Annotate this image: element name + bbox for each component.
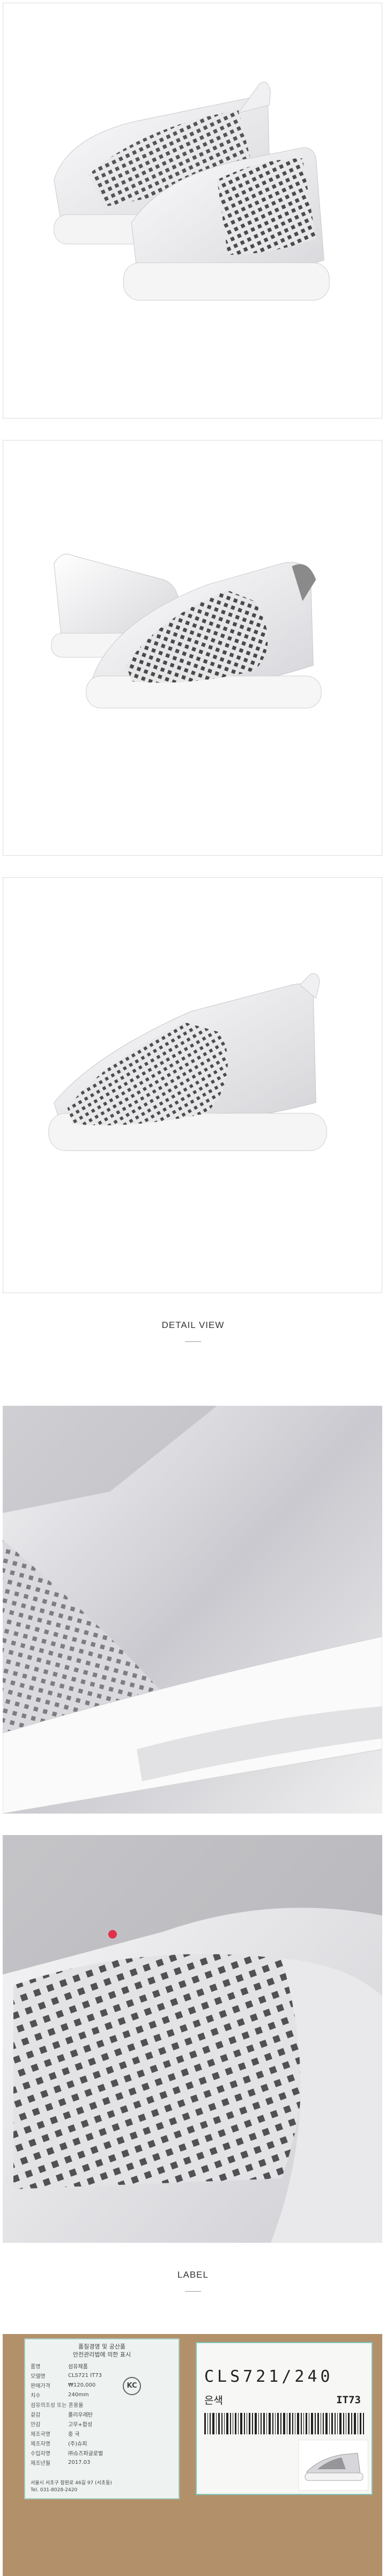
- shoe-perforation-closeup-image: [3, 1835, 382, 2243]
- sticker-row: 섬유의조성 또는 혼용율: [28, 2399, 105, 2409]
- sticker-key: 섬유의조성 또는 혼용율: [31, 2402, 84, 2409]
- shoe-thumbnail-icon: [299, 2440, 368, 2491]
- detail-photo-1: [3, 1406, 382, 1814]
- product-info-sticker: 품질경영 및 공산품 안전관리법에 의한 표시 품명 섬유제품 모델명 CLS721…: [24, 2338, 180, 2499]
- product-photo-3: [3, 877, 382, 1293]
- sticker-value: ₩120,000: [68, 2382, 96, 2388]
- sticker-key: 치수: [31, 2392, 41, 2399]
- model-size-code: CLS721/240: [204, 2367, 333, 2386]
- sticker-heading-line2: 안전관리법에 의한 표시: [72, 2351, 131, 2358]
- shoe-sole-closeup-image: [3, 1406, 382, 1814]
- sticker-row: 안감 고무+합성: [28, 2419, 105, 2428]
- sticker-row: 제조년월 2017.03: [28, 2457, 105, 2467]
- sticker-row: 겉감 폴리우레탄: [28, 2409, 105, 2419]
- sticker-key: 품명: [31, 2364, 41, 2370]
- shoe-side-view-image: [54, 82, 330, 301]
- label-title: LABEL: [177, 2270, 209, 2280]
- shoebox-label: CLS721/240 은색 IT73: [196, 2342, 373, 2495]
- sticker-value: 섬유제품: [68, 2364, 88, 2370]
- product-photo-2: [3, 440, 382, 856]
- sticker-key: 안감: [31, 2421, 41, 2428]
- sticker-row: 제조자명 (주)슈피: [28, 2438, 105, 2448]
- label-photo: 품질경영 및 공산품 안전관리법에 의한 표시 품명 섬유제품 모델명 CLS721…: [3, 2334, 382, 2576]
- sticker-row: 치수 240mm: [28, 2390, 105, 2399]
- sticker-key: 제조국명: [31, 2431, 50, 2438]
- sticker-value: CLS721 IT73: [68, 2372, 102, 2379]
- sticker-footer: 서울시 서초구 잠원로 46길 97 (서초동) Tel. 031-8028-2…: [31, 2480, 112, 2494]
- sticker-key: 판매가격: [31, 2383, 50, 2389]
- sticker-heading: 품질경영 및 공산품 안전관리법에 의한 표시: [25, 2339, 179, 2359]
- sticker-row: 품명 섬유제품: [28, 2361, 105, 2370]
- sticker-key: 제조자명: [31, 2441, 50, 2447]
- label-rule: [185, 2291, 201, 2292]
- sub-model-code: IT73: [336, 2394, 361, 2406]
- sticker-row: 수입자명 ㈜슈즈파글로벌: [28, 2448, 105, 2457]
- detail-view-title: DETAIL VIEW: [161, 1320, 225, 1330]
- detail-photo-2: [3, 1835, 382, 2243]
- shoe-pair-angle-image: [51, 554, 322, 709]
- sticker-footer-address: 서울시 서초구 잠원로 46길 97 (서초동): [31, 2480, 112, 2486]
- shoe-front-angle-image: [48, 973, 327, 1151]
- sticker-key: 수입자명: [31, 2450, 50, 2457]
- product-photo-1: [3, 3, 382, 419]
- color-text: 은색: [204, 2395, 223, 2406]
- detail-view-rule: [185, 1341, 201, 1342]
- sticker-value: ㈜슈즈파글로벌: [68, 2450, 103, 2457]
- sticker-heading-line1: 품질경영 및 공산품: [78, 2343, 125, 2350]
- barcode-icon: [204, 2413, 364, 2434]
- sticker-row: 판매가격 ₩120,000: [28, 2380, 105, 2390]
- sticker-value: 2017.03: [68, 2459, 91, 2465]
- sticker-row: 모델명 CLS721 IT73: [28, 2370, 105, 2380]
- sticker-key: 모델명: [31, 2373, 46, 2380]
- kc-certification-icon: KC: [123, 2377, 141, 2395]
- sticker-footer-phone: Tel. 031-8028-2420: [31, 2487, 78, 2493]
- sticker-key: 제조년월: [31, 2460, 50, 2467]
- sticker-row: 제조국명 중 국: [28, 2428, 105, 2438]
- sticker-key: 겉감: [31, 2412, 41, 2418]
- sticker-table: 품명 섬유제품 모델명 CLS721 IT73 판매가격 ₩120,000 치수 240…: [28, 2361, 105, 2467]
- sticker-value: 고무+합성: [68, 2421, 93, 2428]
- sticker-value: 중 국: [68, 2431, 80, 2438]
- sticker-value: 폴리우레탄: [68, 2412, 93, 2418]
- sticker-value: 240mm: [68, 2391, 89, 2398]
- sticker-value: (주)슈피: [68, 2441, 87, 2447]
